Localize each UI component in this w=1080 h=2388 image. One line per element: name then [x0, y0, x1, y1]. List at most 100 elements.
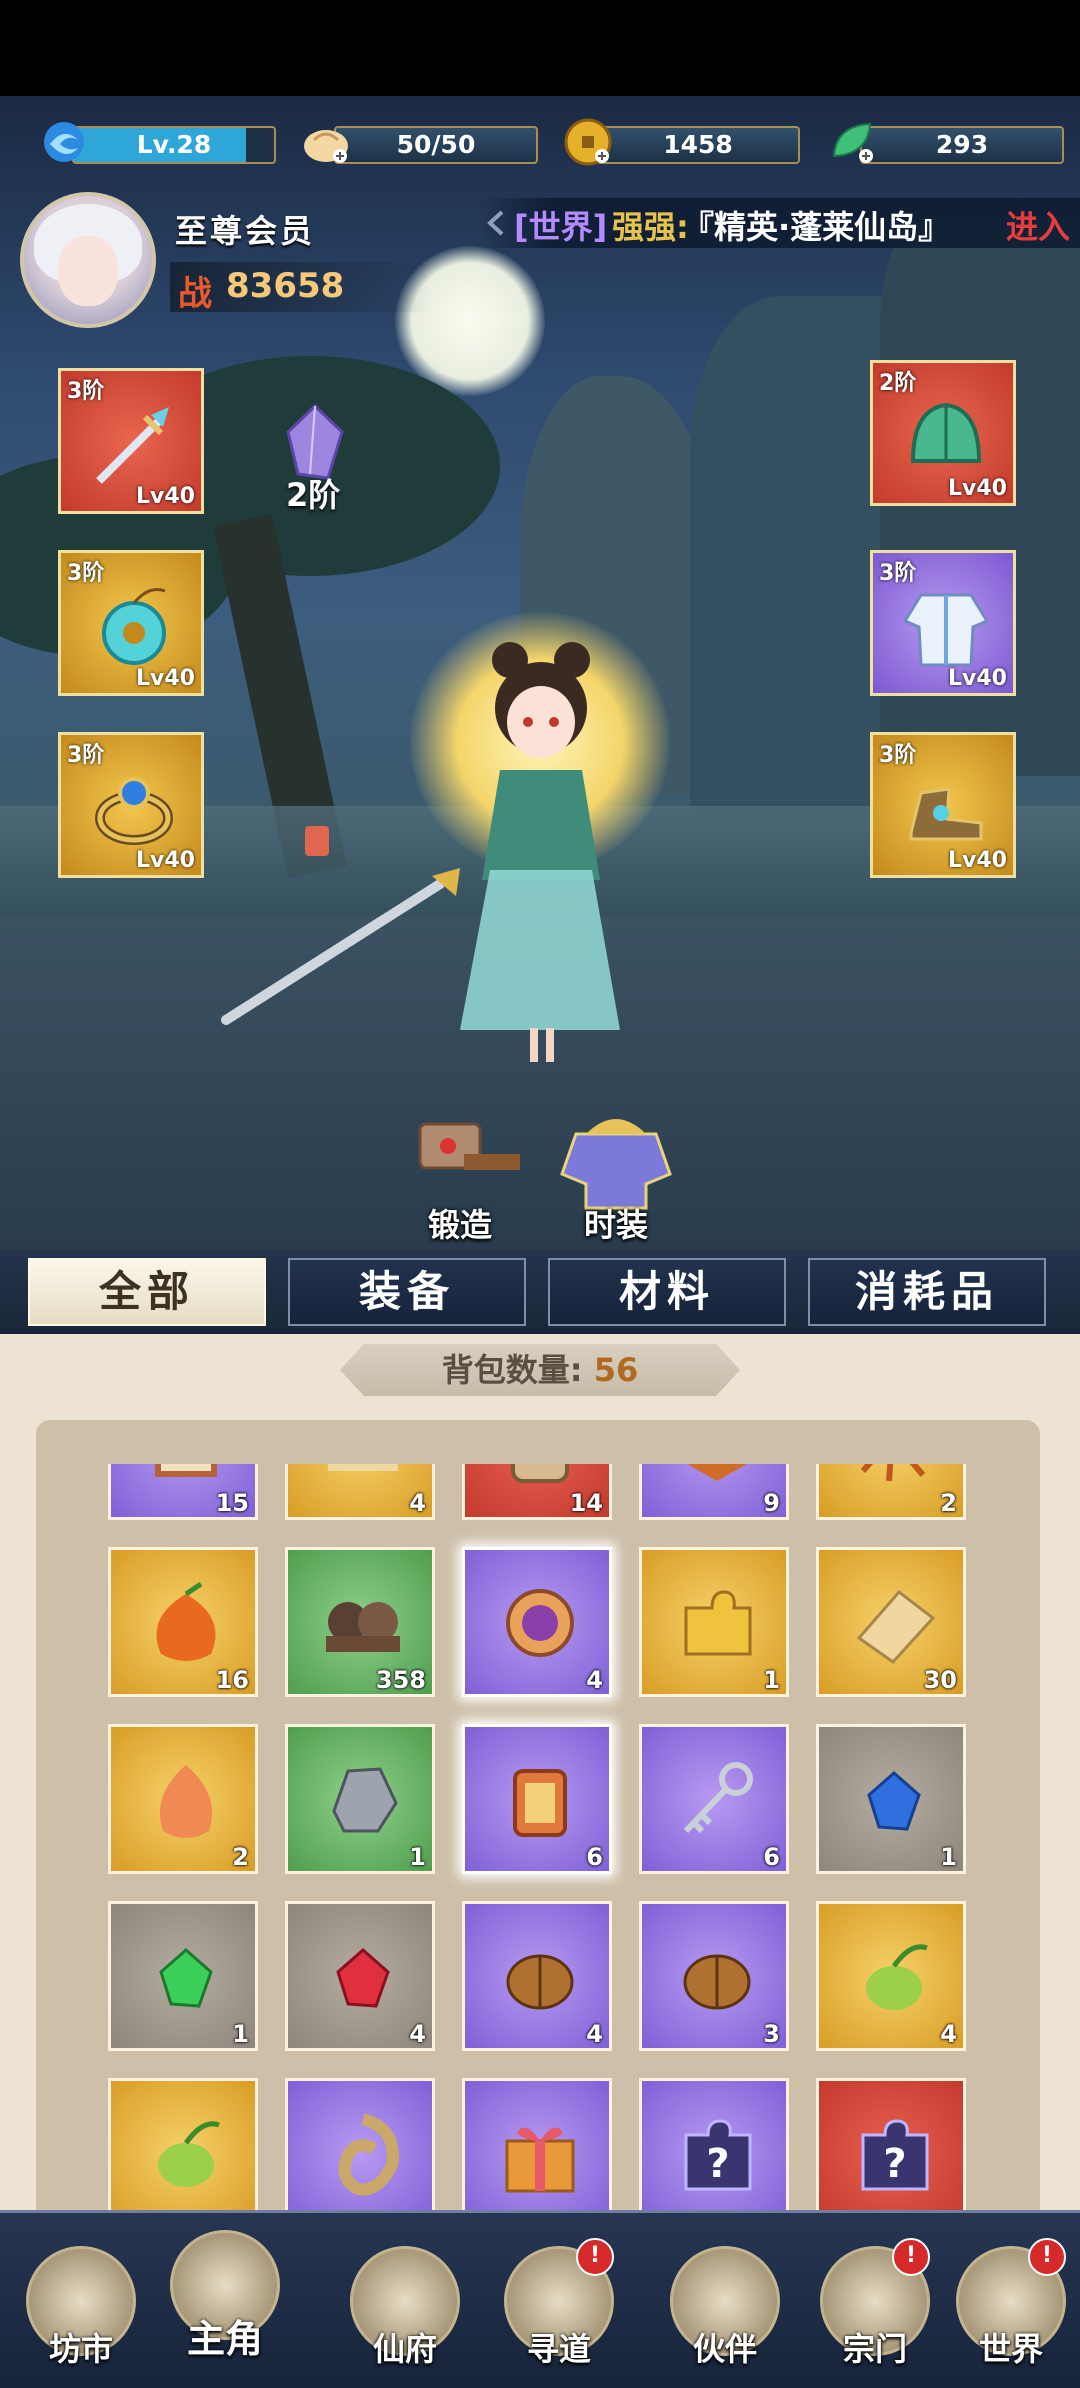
bag-item-slot[interactable]: 2: [108, 1724, 258, 1874]
player-avatar[interactable]: [20, 192, 156, 328]
power-value: 83658: [226, 266, 345, 306]
item-count: 1: [232, 2020, 249, 2048]
nav-quest[interactable]: 寻道!: [494, 2238, 624, 2376]
chat-enter-link[interactable]: 进入: [1006, 202, 1070, 248]
tier-label: 2阶: [879, 371, 917, 396]
costume-icon: [560, 1119, 672, 1210]
tier-label: 3阶: [67, 743, 105, 768]
lantern: [305, 826, 329, 856]
item-count: 4: [940, 2020, 957, 2048]
bag-item-slot[interactable]: 6: [639, 1724, 789, 1874]
bag-item-slot[interactable]: 14: [462, 1464, 612, 1520]
bag-item-slot[interactable]: 30: [816, 1547, 966, 1697]
bag-count: 背包数量: 56: [340, 1344, 740, 1396]
level-label: Lv40: [136, 484, 195, 509]
bag-item-slot[interactable]: ?: [639, 2078, 789, 2220]
tier-label: 3阶: [879, 561, 917, 586]
equip-slot-ring[interactable]: 3阶 Lv40: [58, 732, 204, 878]
bag-item-slot[interactable]: 1: [285, 1724, 435, 1874]
level-display: Lv.28: [38, 120, 276, 166]
equip-slot-helmet[interactable]: 2阶 Lv40: [870, 360, 1016, 506]
xuan-medal-icon: [506, 1589, 574, 1657]
bag-item-slot[interactable]: 4: [285, 1901, 435, 2051]
level-label: Lv40: [948, 476, 1007, 501]
ore-icon: [332, 1767, 398, 1833]
item-count: 6: [763, 1843, 780, 1871]
chevron-left-icon: [487, 210, 504, 236]
stamina-display[interactable]: 50/50: [300, 120, 538, 166]
bag-item-slot[interactable]: 358: [285, 1547, 435, 1697]
nav-sect[interactable]: 宗门!: [810, 2238, 940, 2376]
bag-item-slot[interactable]: 1: [639, 1547, 789, 1697]
item-count: 1: [409, 1843, 426, 1871]
bag-item-slot[interactable]: [108, 2078, 258, 2220]
equip-slot-pendant[interactable]: 3阶 Lv40: [58, 550, 204, 696]
seed-icon: [683, 1954, 751, 2010]
book-icon: [155, 1464, 217, 1477]
flower-bud-icon: [159, 1765, 213, 1838]
bag-item-slot[interactable]: 4: [462, 1901, 612, 2051]
stone-icon: [326, 1602, 400, 1652]
nav-world[interactable]: 世界!: [946, 2238, 1076, 2376]
tab-consumables[interactable]: 消耗品: [808, 1258, 1046, 1326]
bag-item-slot[interactable]: 16: [108, 1547, 258, 1697]
bag-item-slot[interactable]: 6: [462, 1724, 612, 1874]
bag-item-slot[interactable]: 4: [285, 1464, 435, 1520]
item-count: 358: [375, 1666, 426, 1694]
bag-count-value: 56: [593, 1351, 639, 1389]
tier-label: 3阶: [67, 379, 105, 404]
puzzle-icon: [684, 1590, 752, 1656]
sword-icon: [96, 407, 169, 484]
fashion-button[interactable]: 时装: [546, 1104, 686, 1244]
item-count: 4: [586, 1666, 603, 1694]
world-chat-ticker[interactable]: [世界] 强强: 『精英·蓬莱仙岛』 进入: [478, 198, 1080, 248]
puzzle-piece-icon: [856, 1589, 936, 1664]
bag-item-slot[interactable]: 1: [816, 1724, 966, 1874]
gem-tier-label: 2阶: [286, 476, 341, 514]
bag-item-slot[interactable]: 2: [816, 1464, 966, 1520]
item-count: 6: [586, 1843, 603, 1871]
nav-label: 主角: [186, 2317, 263, 2361]
equip-slot-boots[interactable]: 3阶 Lv40: [870, 732, 1016, 878]
bag-item-slot[interactable]: [462, 2078, 612, 2220]
red-gem-icon: [336, 1948, 390, 2008]
nav-hero[interactable]: 主角: [160, 2230, 290, 2361]
jade-pendant-icon: [102, 588, 166, 665]
equip-slot-armor[interactable]: 3阶 Lv40: [870, 550, 1016, 696]
bag-item-slot[interactable]: 9: [639, 1464, 789, 1520]
tier-label: 3阶: [67, 561, 105, 586]
level-bar: Lv.28: [72, 126, 276, 164]
stamina-value: 50/50: [334, 126, 538, 164]
bag-item-slot[interactable]: [285, 2078, 435, 2220]
tab-equipment[interactable]: 装备: [288, 1258, 526, 1326]
bag-item-slot[interactable]: 4: [462, 1547, 612, 1697]
bag-item-grid[interactable]: 15 4 14 9 2 16 358 4 1 30 2 1 6 6 1 1 4 4 3 4??: [108, 1464, 980, 2220]
level-label: Lv40: [136, 848, 195, 873]
coin-icon: [562, 116, 614, 168]
bag-item-slot[interactable]: 1: [108, 1901, 258, 2051]
forge-button[interactable]: 锻造: [390, 1104, 530, 1244]
sprout-icon: [158, 2121, 220, 2187]
nav-mansion[interactable]: 仙府: [340, 2246, 470, 2376]
nav-label: 伙伴: [692, 2330, 757, 2368]
jade-display[interactable]: 293: [826, 120, 1064, 166]
bun-icon: [300, 116, 352, 168]
leaf-icon: [687, 1464, 747, 1481]
coin-display[interactable]: 1458: [562, 118, 800, 166]
equip-slot-weapon[interactable]: 3阶 Lv40: [58, 368, 204, 514]
chat-channel: [世界]: [514, 208, 608, 246]
tab-all[interactable]: 全部: [28, 1258, 266, 1326]
forge-label: 锻造: [427, 1206, 492, 1244]
bag-item-slot[interactable]: 3: [639, 1901, 789, 2051]
bag-item-slot[interactable]: 15: [108, 1464, 258, 1520]
level-swirl-icon: [38, 116, 90, 168]
nav-partner[interactable]: 伙伴: [660, 2246, 790, 2376]
tab-materials[interactable]: 材料: [548, 1258, 786, 1326]
notification-badge: !: [892, 2238, 930, 2276]
jade-value: 293: [860, 126, 1064, 164]
bag-item-slot[interactable]: 4: [816, 1901, 966, 2051]
bag-item-slot[interactable]: ?: [816, 2078, 966, 2220]
chat-sender: 强强:: [612, 208, 689, 246]
fruit-icon: [156, 1581, 216, 1661]
nav-market[interactable]: 坊市: [16, 2246, 146, 2376]
